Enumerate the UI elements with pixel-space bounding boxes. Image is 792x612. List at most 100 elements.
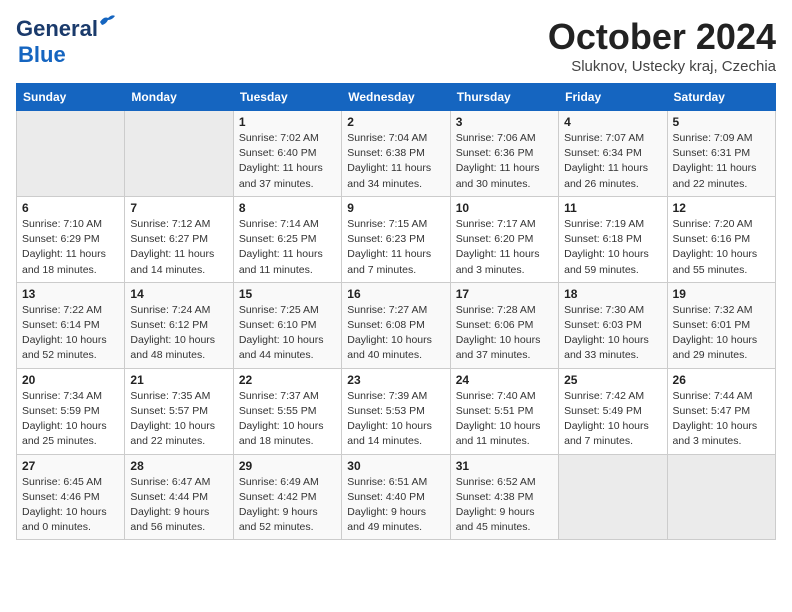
day-number: 1	[239, 115, 336, 129]
day-detail: Sunrise: 7:24 AM Sunset: 6:12 PM Dayligh…	[130, 303, 227, 364]
day-detail: Sunrise: 6:51 AM Sunset: 4:40 PM Dayligh…	[347, 475, 444, 536]
weekday-header-saturday: Saturday	[667, 84, 775, 111]
day-detail: Sunrise: 6:52 AM Sunset: 4:38 PM Dayligh…	[456, 475, 553, 536]
weekday-header-friday: Friday	[559, 84, 667, 111]
logo-general: General	[16, 16, 98, 41]
weekday-header-row: SundayMondayTuesdayWednesdayThursdayFrid…	[17, 84, 776, 111]
day-number: 7	[130, 201, 227, 215]
day-detail: Sunrise: 7:27 AM Sunset: 6:08 PM Dayligh…	[347, 303, 444, 364]
day-detail: Sunrise: 7:04 AM Sunset: 6:38 PM Dayligh…	[347, 131, 444, 192]
day-number: 11	[564, 201, 661, 215]
calendar-cell: 14Sunrise: 7:24 AM Sunset: 6:12 PM Dayli…	[125, 282, 233, 368]
calendar-cell	[667, 454, 775, 540]
calendar-cell	[559, 454, 667, 540]
day-number: 24	[456, 373, 553, 387]
day-detail: Sunrise: 7:30 AM Sunset: 6:03 PM Dayligh…	[564, 303, 661, 364]
day-number: 25	[564, 373, 661, 387]
day-detail: Sunrise: 6:47 AM Sunset: 4:44 PM Dayligh…	[130, 475, 227, 536]
calendar-cell: 6 Sunrise: 7:10 AM Sunset: 6:29 PM Daylig…	[17, 196, 125, 282]
calendar-cell: 7 Sunrise: 7:12 AM Sunset: 6:27 PM Daylig…	[125, 196, 233, 282]
day-number: 5	[673, 115, 770, 129]
day-number: 17	[456, 287, 553, 301]
day-detail: Sunrise: 7:15 AM Sunset: 6:23 PM Dayligh…	[347, 217, 444, 278]
calendar-cell: 3Sunrise: 7:06 AM Sunset: 6:36 PM Daylig…	[450, 111, 558, 197]
calendar-cell: 8 Sunrise: 7:14 AM Sunset: 6:25 PM Daylig…	[233, 196, 341, 282]
logo: General Blue	[16, 16, 98, 68]
calendar-cell: 4 Sunrise: 7:07 AM Sunset: 6:34 PM Daylig…	[559, 111, 667, 197]
calendar-cell: 21 Sunrise: 7:35 AM Sunset: 5:57 PM Dayli…	[125, 368, 233, 454]
page-header: General Blue October 2024 Sluknov, Ustec…	[16, 16, 776, 75]
calendar-cell: 2 Sunrise: 7:04 AM Sunset: 6:38 PM Daylig…	[342, 111, 450, 197]
day-number: 19	[673, 287, 770, 301]
day-number: 22	[239, 373, 336, 387]
day-number: 21	[130, 373, 227, 387]
calendar-cell	[17, 111, 125, 197]
day-number: 8	[239, 201, 336, 215]
calendar-cell: 28 Sunrise: 6:47 AM Sunset: 4:44 PM Dayli…	[125, 454, 233, 540]
day-detail: Sunrise: 6:45 AM Sunset: 4:46 PM Dayligh…	[22, 475, 119, 536]
month-title: October 2024	[548, 16, 776, 58]
day-detail: Sunrise: 7:17 AM Sunset: 6:20 PM Dayligh…	[456, 217, 553, 278]
calendar-week-row: 20Sunrise: 7:34 AM Sunset: 5:59 PM Dayli…	[17, 368, 776, 454]
calendar-week-row: 6 Sunrise: 7:10 AM Sunset: 6:29 PM Daylig…	[17, 196, 776, 282]
calendar-body: 1 Sunrise: 7:02 AM Sunset: 6:40 PM Daylig…	[17, 111, 776, 540]
calendar-cell: 16 Sunrise: 7:27 AM Sunset: 6:08 PM Dayli…	[342, 282, 450, 368]
weekday-header-monday: Monday	[125, 84, 233, 111]
day-number: 23	[347, 373, 444, 387]
calendar-cell: 10 Sunrise: 7:17 AM Sunset: 6:20 PM Dayli…	[450, 196, 558, 282]
day-number: 29	[239, 459, 336, 473]
calendar-cell: 11 Sunrise: 7:19 AM Sunset: 6:18 PM Dayli…	[559, 196, 667, 282]
day-detail: Sunrise: 7:32 AM Sunset: 6:01 PM Dayligh…	[673, 303, 770, 364]
day-detail: Sunrise: 6:49 AM Sunset: 4:42 PM Dayligh…	[239, 475, 336, 536]
day-detail: Sunrise: 7:35 AM Sunset: 5:57 PM Dayligh…	[130, 389, 227, 450]
day-detail: Sunrise: 7:28 AM Sunset: 6:06 PM Dayligh…	[456, 303, 553, 364]
title-area: October 2024 Sluknov, Ustecky kraj, Czec…	[548, 16, 776, 75]
calendar-cell: 23 Sunrise: 7:39 AM Sunset: 5:53 PM Dayli…	[342, 368, 450, 454]
day-number: 3	[456, 115, 553, 129]
day-detail: Sunrise: 7:19 AM Sunset: 6:18 PM Dayligh…	[564, 217, 661, 278]
calendar-cell: 31Sunrise: 6:52 AM Sunset: 4:38 PM Dayli…	[450, 454, 558, 540]
weekday-header-tuesday: Tuesday	[233, 84, 341, 111]
day-number: 9	[347, 201, 444, 215]
calendar-table: SundayMondayTuesdayWednesdayThursdayFrid…	[16, 83, 776, 540]
day-number: 6	[22, 201, 119, 215]
weekday-header-wednesday: Wednesday	[342, 84, 450, 111]
day-number: 28	[130, 459, 227, 473]
calendar-cell: 29 Sunrise: 6:49 AM Sunset: 4:42 PM Dayli…	[233, 454, 341, 540]
calendar-cell: 12 Sunrise: 7:20 AM Sunset: 6:16 PM Dayli…	[667, 196, 775, 282]
day-detail: Sunrise: 7:37 AM Sunset: 5:55 PM Dayligh…	[239, 389, 336, 450]
day-number: 13	[22, 287, 119, 301]
day-detail: Sunrise: 7:02 AM Sunset: 6:40 PM Dayligh…	[239, 131, 336, 192]
calendar-week-row: 1 Sunrise: 7:02 AM Sunset: 6:40 PM Daylig…	[17, 111, 776, 197]
weekday-header-sunday: Sunday	[17, 84, 125, 111]
day-number: 26	[673, 373, 770, 387]
calendar-cell: 17 Sunrise: 7:28 AM Sunset: 6:06 PM Dayli…	[450, 282, 558, 368]
day-number: 27	[22, 459, 119, 473]
calendar-week-row: 13 Sunrise: 7:22 AM Sunset: 6:14 PM Dayli…	[17, 282, 776, 368]
day-detail: Sunrise: 7:07 AM Sunset: 6:34 PM Dayligh…	[564, 131, 661, 192]
day-number: 10	[456, 201, 553, 215]
day-detail: Sunrise: 7:34 AM Sunset: 5:59 PM Dayligh…	[22, 389, 119, 450]
day-detail: Sunrise: 7:14 AM Sunset: 6:25 PM Dayligh…	[239, 217, 336, 278]
day-detail: Sunrise: 7:42 AM Sunset: 5:49 PM Dayligh…	[564, 389, 661, 450]
logo-blue: Blue	[18, 42, 66, 67]
calendar-cell	[125, 111, 233, 197]
day-detail: Sunrise: 7:39 AM Sunset: 5:53 PM Dayligh…	[347, 389, 444, 450]
weekday-header-thursday: Thursday	[450, 84, 558, 111]
calendar-week-row: 27 Sunrise: 6:45 AM Sunset: 4:46 PM Dayli…	[17, 454, 776, 540]
calendar-cell: 24Sunrise: 7:40 AM Sunset: 5:51 PM Dayli…	[450, 368, 558, 454]
day-number: 4	[564, 115, 661, 129]
calendar-cell: 19 Sunrise: 7:32 AM Sunset: 6:01 PM Dayli…	[667, 282, 775, 368]
day-number: 16	[347, 287, 444, 301]
day-detail: Sunrise: 7:44 AM Sunset: 5:47 PM Dayligh…	[673, 389, 770, 450]
day-detail: Sunrise: 7:22 AM Sunset: 6:14 PM Dayligh…	[22, 303, 119, 364]
day-detail: Sunrise: 7:10 AM Sunset: 6:29 PM Dayligh…	[22, 217, 119, 278]
calendar-cell: 13 Sunrise: 7:22 AM Sunset: 6:14 PM Dayli…	[17, 282, 125, 368]
day-number: 2	[347, 115, 444, 129]
day-detail: Sunrise: 7:12 AM Sunset: 6:27 PM Dayligh…	[130, 217, 227, 278]
day-number: 30	[347, 459, 444, 473]
calendar-cell: 5Sunrise: 7:09 AM Sunset: 6:31 PM Daylig…	[667, 111, 775, 197]
day-number: 12	[673, 201, 770, 215]
calendar-cell: 25 Sunrise: 7:42 AM Sunset: 5:49 PM Dayli…	[559, 368, 667, 454]
day-detail: Sunrise: 7:20 AM Sunset: 6:16 PM Dayligh…	[673, 217, 770, 278]
